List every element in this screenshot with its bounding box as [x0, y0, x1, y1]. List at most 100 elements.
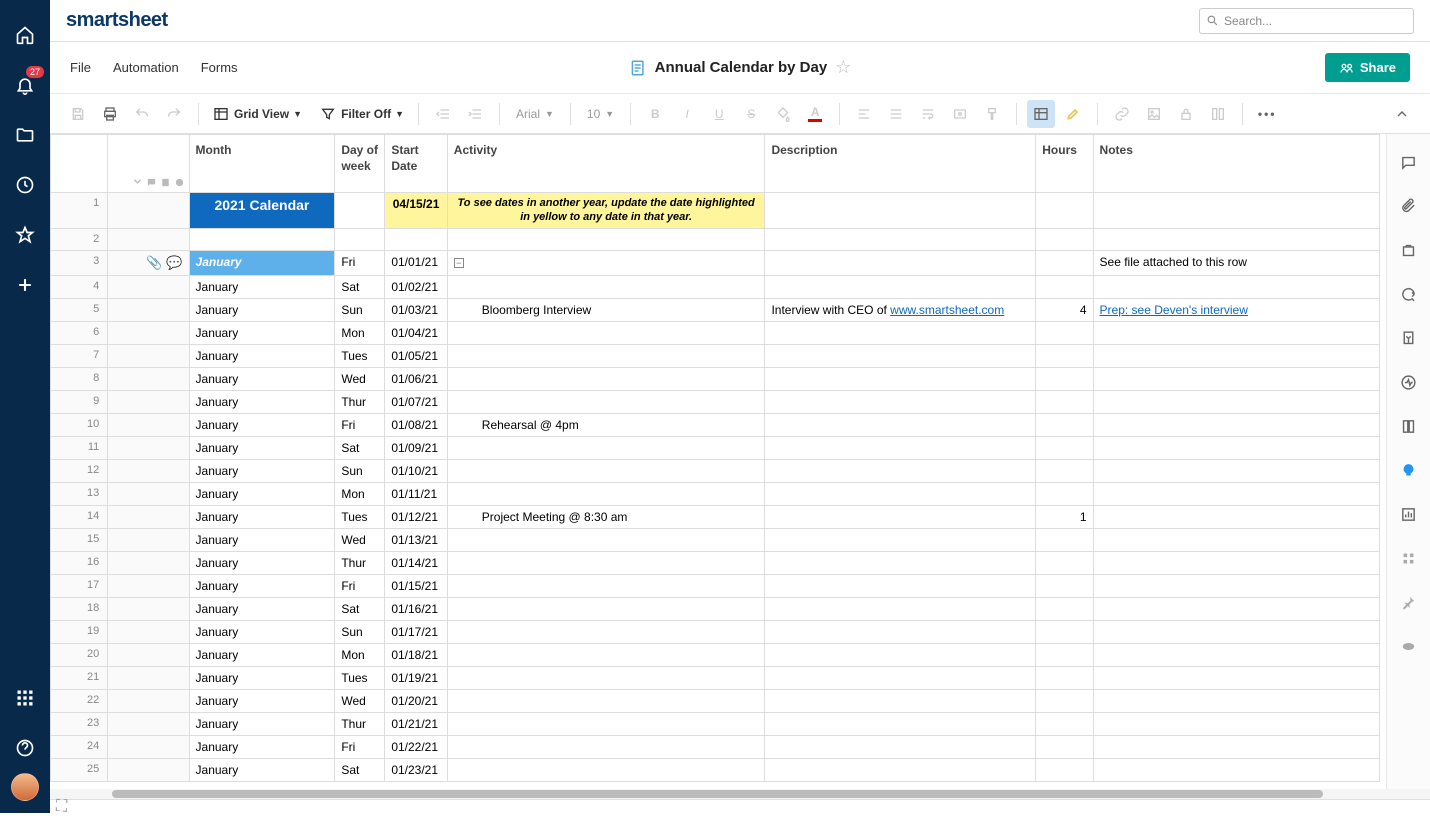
- apps-icon[interactable]: [0, 673, 50, 723]
- table-row[interactable]: 21JanuaryTues01/19/21: [51, 666, 1380, 689]
- table-row[interactable]: 10JanuaryFri01/08/21Rehearsal @ 4pm: [51, 413, 1380, 436]
- table-row[interactable]: 18JanuarySat01/16/21: [51, 597, 1380, 620]
- table-row[interactable]: 12JanuarySun01/10/21: [51, 459, 1380, 482]
- link-icon[interactable]: [1108, 100, 1136, 128]
- salesforce-icon[interactable]: [1387, 628, 1430, 664]
- more-icon[interactable]: •••: [1253, 100, 1281, 128]
- save-icon: [64, 100, 92, 128]
- description-link[interactable]: www.smartsheet.com: [890, 303, 1004, 317]
- lock-icon[interactable]: [1172, 100, 1200, 128]
- table-row[interactable]: 3 📎💬 January Fri 01/01/21 − See file att…: [51, 250, 1380, 275]
- view-selector[interactable]: Grid View ▼: [209, 100, 306, 128]
- user-avatar[interactable]: [11, 773, 39, 801]
- comment-icon[interactable]: 💬: [166, 255, 182, 271]
- insert-column-icon[interactable]: [1204, 100, 1232, 128]
- table-row[interactable]: 23JanuaryThur01/21/21: [51, 712, 1380, 735]
- column-header-start-date[interactable]: Start Date: [385, 135, 447, 193]
- publish-icon[interactable]: [1387, 320, 1430, 356]
- collapse-toggle-icon[interactable]: −: [454, 258, 464, 268]
- home-icon[interactable]: [0, 10, 50, 60]
- table-row[interactable]: 1 2021 Calendar 04/15/21 To see dates in…: [51, 193, 1380, 229]
- column-header-notes[interactable]: Notes: [1093, 135, 1379, 193]
- pin-icon[interactable]: [1387, 584, 1430, 620]
- table-row[interactable]: 17JanuaryFri01/15/21: [51, 574, 1380, 597]
- table-row[interactable]: 24JanuaryFri01/22/21: [51, 735, 1380, 758]
- table-row[interactable]: 6JanuaryMon01/04/21: [51, 321, 1380, 344]
- conversations-icon[interactable]: [1387, 144, 1430, 180]
- resource-mgmt-icon[interactable]: [1387, 540, 1430, 576]
- help-icon[interactable]: [0, 723, 50, 773]
- table-row[interactable]: 2: [51, 228, 1380, 250]
- favorite-star-icon[interactable]: ☆: [835, 57, 851, 78]
- table-row[interactable]: 22JanuaryWed01/20/21: [51, 689, 1380, 712]
- column-header-activity[interactable]: Activity: [447, 135, 765, 193]
- table-row[interactable]: 13JanuaryMon01/11/21: [51, 482, 1380, 505]
- highlight-changes-icon[interactable]: [1059, 100, 1087, 128]
- align-icon[interactable]: [850, 100, 878, 128]
- notes-link[interactable]: Prep: see Deven's interview: [1100, 303, 1248, 317]
- vertical-align-icon[interactable]: [882, 100, 910, 128]
- search-input[interactable]: Search...: [1199, 8, 1414, 34]
- work-insights-icon[interactable]: [1387, 496, 1430, 532]
- outdent-icon: [429, 100, 457, 128]
- top-bar: smartsheet Search...: [50, 0, 1430, 42]
- share-button[interactable]: Share: [1325, 53, 1410, 82]
- table-row[interactable]: 25JanuarySat01/23/21: [51, 758, 1380, 781]
- currency-icon[interactable]: [946, 100, 974, 128]
- bold-icon[interactable]: B: [641, 100, 669, 128]
- menu-file[interactable]: File: [70, 60, 91, 75]
- table-row[interactable]: 14JanuaryTues01/12/21Project Meeting @ 8…: [51, 505, 1380, 528]
- column-header-hours[interactable]: Hours: [1036, 135, 1093, 193]
- activity-log-icon[interactable]: [1387, 364, 1430, 400]
- italic-icon[interactable]: I: [673, 100, 701, 128]
- folder-icon[interactable]: [0, 110, 50, 160]
- grid-area[interactable]: Month Day of week Start Date Activity De…: [50, 134, 1386, 789]
- menu-bar: File Automation Forms: [70, 60, 238, 75]
- attachment-icon[interactable]: 📎: [146, 255, 162, 271]
- table-row[interactable]: 9JanuaryThur01/07/21: [51, 390, 1380, 413]
- table-row[interactable]: 5JanuarySun01/03/21Bloomberg InterviewIn…: [51, 298, 1380, 321]
- table-row[interactable]: 19JanuarySun01/17/21: [51, 620, 1380, 643]
- strikethrough-icon[interactable]: S: [737, 100, 765, 128]
- table-row[interactable]: 8JanuaryWed01/06/21: [51, 367, 1380, 390]
- brandfolder-icon[interactable]: [1387, 452, 1430, 488]
- column-header-dow[interactable]: Day of week: [335, 135, 385, 193]
- fill-color-icon[interactable]: [769, 100, 797, 128]
- menu-automation[interactable]: Automation: [113, 60, 179, 75]
- sheet-header: File Automation Forms Annual Calendar by…: [50, 42, 1430, 94]
- add-icon[interactable]: [0, 260, 50, 310]
- menu-forms[interactable]: Forms: [201, 60, 238, 75]
- summary-icon[interactable]: [1387, 408, 1430, 444]
- table-row[interactable]: 11JanuarySat01/09/21: [51, 436, 1380, 459]
- table-row[interactable]: 7JanuaryTues01/05/21: [51, 344, 1380, 367]
- favorites-icon[interactable]: [0, 210, 50, 260]
- filter-selector[interactable]: Filter Off ▼: [316, 100, 408, 128]
- table-row[interactable]: 20JanuaryMon01/18/21: [51, 643, 1380, 666]
- conditional-format-icon[interactable]: [1027, 100, 1055, 128]
- row-icons-header: [108, 135, 189, 193]
- right-panel-rail: [1386, 134, 1430, 789]
- column-header-description[interactable]: Description: [765, 135, 1036, 193]
- sheet-type-icon: [629, 57, 647, 79]
- table-row[interactable]: 16JanuaryThur01/14/21: [51, 551, 1380, 574]
- collapse-toolbar-icon[interactable]: [1388, 100, 1416, 128]
- text-color-icon[interactable]: A: [801, 100, 829, 128]
- update-requests-icon[interactable]: [1387, 276, 1430, 312]
- underline-icon[interactable]: U: [705, 100, 733, 128]
- print-icon[interactable]: [96, 100, 124, 128]
- horizontal-scrollbar[interactable]: [50, 789, 1430, 799]
- attachments-icon[interactable]: [1387, 188, 1430, 224]
- recents-icon[interactable]: [0, 160, 50, 210]
- font-family-selector[interactable]: Arial▼: [510, 107, 560, 121]
- proofs-icon[interactable]: [1387, 232, 1430, 268]
- font-size-selector[interactable]: 10▼: [581, 107, 620, 121]
- search-placeholder: Search...: [1224, 14, 1272, 28]
- table-row[interactable]: 15JanuaryWed01/13/21: [51, 528, 1380, 551]
- column-header-month[interactable]: Month: [189, 135, 335, 193]
- table-row[interactable]: 4JanuarySat01/02/21: [51, 275, 1380, 298]
- image-icon[interactable]: [1140, 100, 1168, 128]
- wrap-icon[interactable]: [914, 100, 942, 128]
- format-painter-icon[interactable]: [978, 100, 1006, 128]
- row-number-header: [51, 135, 108, 193]
- notifications-icon[interactable]: 27: [0, 60, 50, 110]
